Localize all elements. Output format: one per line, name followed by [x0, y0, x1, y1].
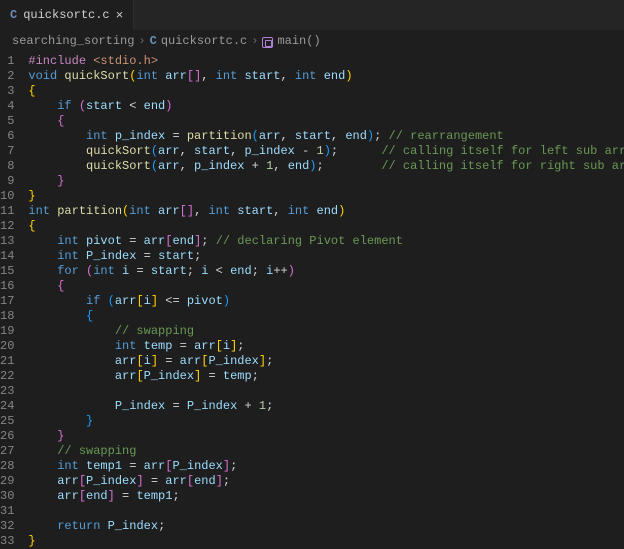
code-line[interactable]: int partition(int arr[], int start, int … — [28, 204, 624, 219]
line-number: 26 — [0, 429, 14, 444]
code-line[interactable]: arr[i] = arr[P_index]; — [28, 354, 624, 369]
code-line[interactable]: { — [28, 114, 624, 129]
code-line[interactable]: } — [28, 429, 624, 444]
chevron-right-icon: › — [138, 34, 145, 48]
code-line[interactable]: int temp = arr[i]; — [28, 339, 624, 354]
breadcrumb-folder[interactable]: searching_sorting — [12, 34, 134, 48]
code-line[interactable]: } — [28, 174, 624, 189]
code-content[interactable]: #include <stdio.h>void quickSort(int arr… — [28, 54, 624, 549]
line-number: 22 — [0, 369, 14, 384]
line-number: 15 — [0, 264, 14, 279]
line-number: 28 — [0, 459, 14, 474]
line-number: 19 — [0, 324, 14, 339]
line-number: 16 — [0, 279, 14, 294]
code-line[interactable]: arr[end] = temp1; — [28, 489, 624, 504]
code-line[interactable]: int P_index = start; — [28, 249, 624, 264]
code-line[interactable]: P_index = P_index + 1; — [28, 399, 624, 414]
code-line[interactable]: } — [28, 534, 624, 549]
line-number: 30 — [0, 489, 14, 504]
code-line[interactable]: // swapping — [28, 444, 624, 459]
line-number: 1 — [0, 54, 14, 69]
code-line[interactable]: int temp1 = arr[P_index]; — [28, 459, 624, 474]
chevron-right-icon: › — [251, 34, 258, 48]
code-line[interactable]: arr[P_index] = temp; — [28, 369, 624, 384]
line-number: 17 — [0, 294, 14, 309]
code-line[interactable]: void quickSort(int arr[], int start, int… — [28, 69, 624, 84]
symbol-method-icon — [262, 37, 273, 48]
breadcrumb-file[interactable]: quicksortc.c — [161, 34, 247, 48]
code-editor[interactable]: 1234567891011121314151617181920212223242… — [0, 52, 624, 549]
line-number: 18 — [0, 309, 14, 324]
line-number: 4 — [0, 99, 14, 114]
code-line[interactable]: { — [28, 219, 624, 234]
line-number: 14 — [0, 249, 14, 264]
code-line[interactable]: if (arr[i] <= pivot) — [28, 294, 624, 309]
line-number: 11 — [0, 204, 14, 219]
c-file-icon: C — [150, 34, 157, 48]
line-number: 6 — [0, 129, 14, 144]
line-number: 21 — [0, 354, 14, 369]
code-line[interactable] — [28, 384, 624, 399]
line-number: 7 — [0, 144, 14, 159]
code-line[interactable]: } — [28, 414, 624, 429]
line-number: 25 — [0, 414, 14, 429]
code-line[interactable]: { — [28, 84, 624, 99]
line-number: 20 — [0, 339, 14, 354]
line-number: 24 — [0, 399, 14, 414]
code-line[interactable]: } — [28, 189, 624, 204]
breadcrumb[interactable]: searching_sorting › C quicksortc.c › mai… — [0, 30, 624, 52]
code-line[interactable] — [28, 504, 624, 519]
tab-quicksortc[interactable]: C quicksortc.c × — [0, 0, 134, 30]
code-line[interactable]: arr[P_index] = arr[end]; — [28, 474, 624, 489]
line-number: 8 — [0, 159, 14, 174]
code-line[interactable]: int p_index = partition(arr, start, end)… — [28, 129, 624, 144]
line-number: 12 — [0, 219, 14, 234]
code-line[interactable]: int pivot = arr[end]; // declaring Pivot… — [28, 234, 624, 249]
code-line[interactable]: if (start < end) — [28, 99, 624, 114]
line-number: 5 — [0, 114, 14, 129]
c-file-icon: C — [10, 8, 17, 22]
line-number: 3 — [0, 84, 14, 99]
line-number: 2 — [0, 69, 14, 84]
code-line[interactable]: { — [28, 279, 624, 294]
tab-title: quicksortc.c — [23, 8, 109, 22]
line-number: 23 — [0, 384, 14, 399]
line-number: 33 — [0, 534, 14, 549]
line-number: 13 — [0, 234, 14, 249]
line-number: 27 — [0, 444, 14, 459]
line-number-gutter: 1234567891011121314151617181920212223242… — [0, 54, 28, 549]
line-number: 29 — [0, 474, 14, 489]
code-line[interactable]: // swapping — [28, 324, 624, 339]
line-number: 9 — [0, 174, 14, 189]
code-line[interactable]: for (int i = start; i < end; i++) — [28, 264, 624, 279]
code-line[interactable]: quickSort(arr, start, p_index - 1); // c… — [28, 144, 624, 159]
close-icon[interactable]: × — [116, 8, 124, 23]
breadcrumb-symbol[interactable]: main() — [277, 34, 320, 48]
tab-bar: C quicksortc.c × — [0, 0, 624, 30]
code-line[interactable]: #include <stdio.h> — [28, 54, 624, 69]
line-number: 31 — [0, 504, 14, 519]
code-line[interactable]: { — [28, 309, 624, 324]
line-number: 10 — [0, 189, 14, 204]
code-line[interactable]: quickSort(arr, p_index + 1, end); // cal… — [28, 159, 624, 174]
